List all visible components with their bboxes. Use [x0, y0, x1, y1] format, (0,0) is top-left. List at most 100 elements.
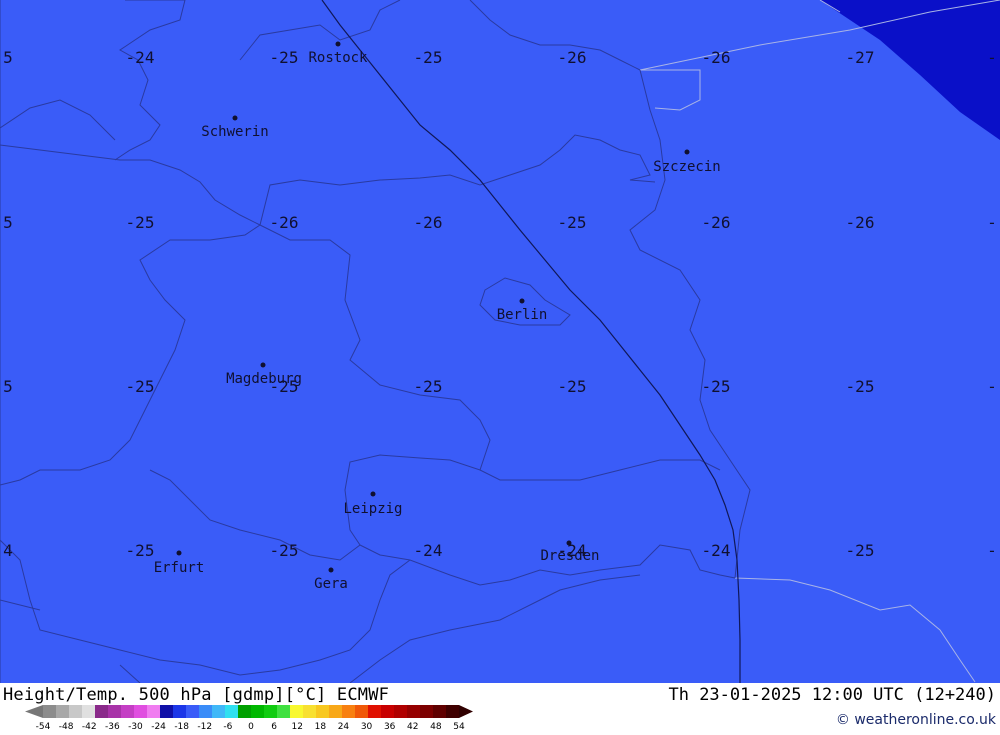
legend-swatch [134, 705, 147, 718]
legend-swatch [238, 705, 251, 718]
temp-value: -25 [126, 377, 155, 396]
city-dot-gera [328, 567, 334, 573]
legend-tick-label: 12 [291, 722, 302, 732]
legend-swatches [25, 705, 473, 718]
city-label-schwerin: Schwerin [201, 124, 268, 140]
temp-value: -25 [126, 213, 155, 232]
city-dot-magdeburg [260, 362, 266, 368]
city-dot-berlin [519, 298, 525, 304]
legend-tick-label: -12 [197, 722, 212, 732]
legend-swatch [173, 705, 186, 718]
legend-swatch [264, 705, 277, 718]
temp-value: -25 [846, 377, 875, 396]
legend-swatch [446, 705, 459, 718]
legend-swatch [277, 705, 290, 718]
credit-link[interactable]: © weatheronline.co.uk [836, 712, 996, 728]
legend-swatch [212, 705, 225, 718]
legend-swatch [342, 705, 355, 718]
legend-swatch [316, 705, 329, 718]
legend-swatch [433, 705, 446, 718]
legend-swatch [303, 705, 316, 718]
legend-swatch [329, 705, 342, 718]
legend-swatch [199, 705, 212, 718]
temp-value: -25 [846, 541, 875, 560]
temp-value: -26 [414, 213, 443, 232]
legend-tick-label: -30 [128, 722, 143, 732]
legend-tick-label: -48 [59, 722, 74, 732]
temp-value: 5 [3, 213, 13, 232]
legend-swatch [394, 705, 407, 718]
legend-swatch [290, 705, 303, 718]
city-label-leipzig: Leipzig [343, 501, 402, 517]
legend-swatch [56, 705, 69, 718]
temp-value: -25 [558, 213, 587, 232]
temp-value: -26 [270, 213, 299, 232]
legend-tick-label: 6 [271, 722, 277, 732]
legend-swatch [368, 705, 381, 718]
temp-value: -24 [558, 541, 587, 560]
temp-value: 5 [3, 377, 13, 396]
legend-tick-label: 54 [453, 722, 465, 732]
legend-swatch [69, 705, 82, 718]
city-label-rostock: Rostock [308, 50, 368, 66]
temp-value: -25 [702, 377, 731, 396]
legend-swatch [381, 705, 394, 718]
legend-swatch [420, 705, 433, 718]
legend-swatch [160, 705, 173, 718]
legend-swatch [355, 705, 368, 718]
temp-value: -26 [846, 213, 875, 232]
temp-value: -24 [126, 48, 155, 67]
temp-value: 4 [3, 541, 13, 560]
temp-value: -24 [414, 541, 443, 560]
temp-value: - [987, 48, 997, 67]
legend-tick-label: 24 [338, 722, 350, 732]
legend-tick-label: 30 [361, 722, 373, 732]
legend-tick-label: -42 [82, 722, 97, 732]
legend-swatch [186, 705, 199, 718]
legend-swatch [121, 705, 134, 718]
city-dot-erfurt [176, 550, 182, 556]
temp-value: - [987, 213, 997, 232]
city-label-erfurt: Erfurt [154, 560, 205, 576]
city-dot-szczecin [684, 149, 690, 155]
city-label-szczecin: Szczecin [653, 159, 720, 175]
footer-bar: Height/Temp. 500 hPa [gdmp][°C] ECMWF Th… [0, 683, 1000, 733]
temp-value: -25 [414, 377, 443, 396]
city-dot-schwerin [232, 115, 238, 121]
city-dot-rostock [335, 41, 341, 47]
temperature-field [0, 0, 1000, 683]
legend-tick-label: 36 [384, 722, 396, 732]
legend-swatch [108, 705, 121, 718]
legend-swatch [407, 705, 420, 718]
legend-arrow-right [459, 705, 473, 718]
legend-tick-label: 18 [315, 722, 327, 732]
temp-value: -26 [702, 213, 731, 232]
temp-value: -26 [558, 48, 587, 67]
legend-swatch [95, 705, 108, 718]
legend-swatch [225, 705, 238, 718]
legend-swatch [147, 705, 160, 718]
temp-value: -24 [702, 541, 731, 560]
city-dot-leipzig [370, 491, 376, 497]
product-title: Height/Temp. 500 hPa [gdmp][°C] ECMWF [3, 685, 390, 705]
legend-swatch [82, 705, 95, 718]
legend-tick-label: -36 [105, 722, 120, 732]
legend-tick-label: 0 [248, 722, 254, 732]
legend-tick-label: 42 [407, 722, 418, 732]
legend-tick-label: -24 [151, 722, 166, 732]
temp-value: -25 [270, 541, 299, 560]
temp-value: -25 [270, 48, 299, 67]
temp-value: -25 [126, 541, 155, 560]
map-canvas: Rostock Schwerin Szczecin Berlin Magdebu… [0, 0, 1000, 683]
legend-tick-label: -18 [174, 722, 189, 732]
legend-arrow-left [25, 705, 43, 718]
legend-tick-label: -54 [36, 722, 51, 732]
temp-value: - [987, 377, 997, 396]
temp-value: - [987, 541, 997, 560]
weather-map-page: Rostock Schwerin Szczecin Berlin Magdebu… [0, 0, 1000, 733]
legend-swatch [251, 705, 264, 718]
temp-value: -27 [846, 48, 875, 67]
color-legend: -54 -48 -42 -36 -30 -24 -18 -12 -6 0 6 12 18 24 30 36 42… [25, 705, 473, 732]
legend-tick-label: -6 [223, 722, 232, 732]
temp-value: -25 [414, 48, 443, 67]
